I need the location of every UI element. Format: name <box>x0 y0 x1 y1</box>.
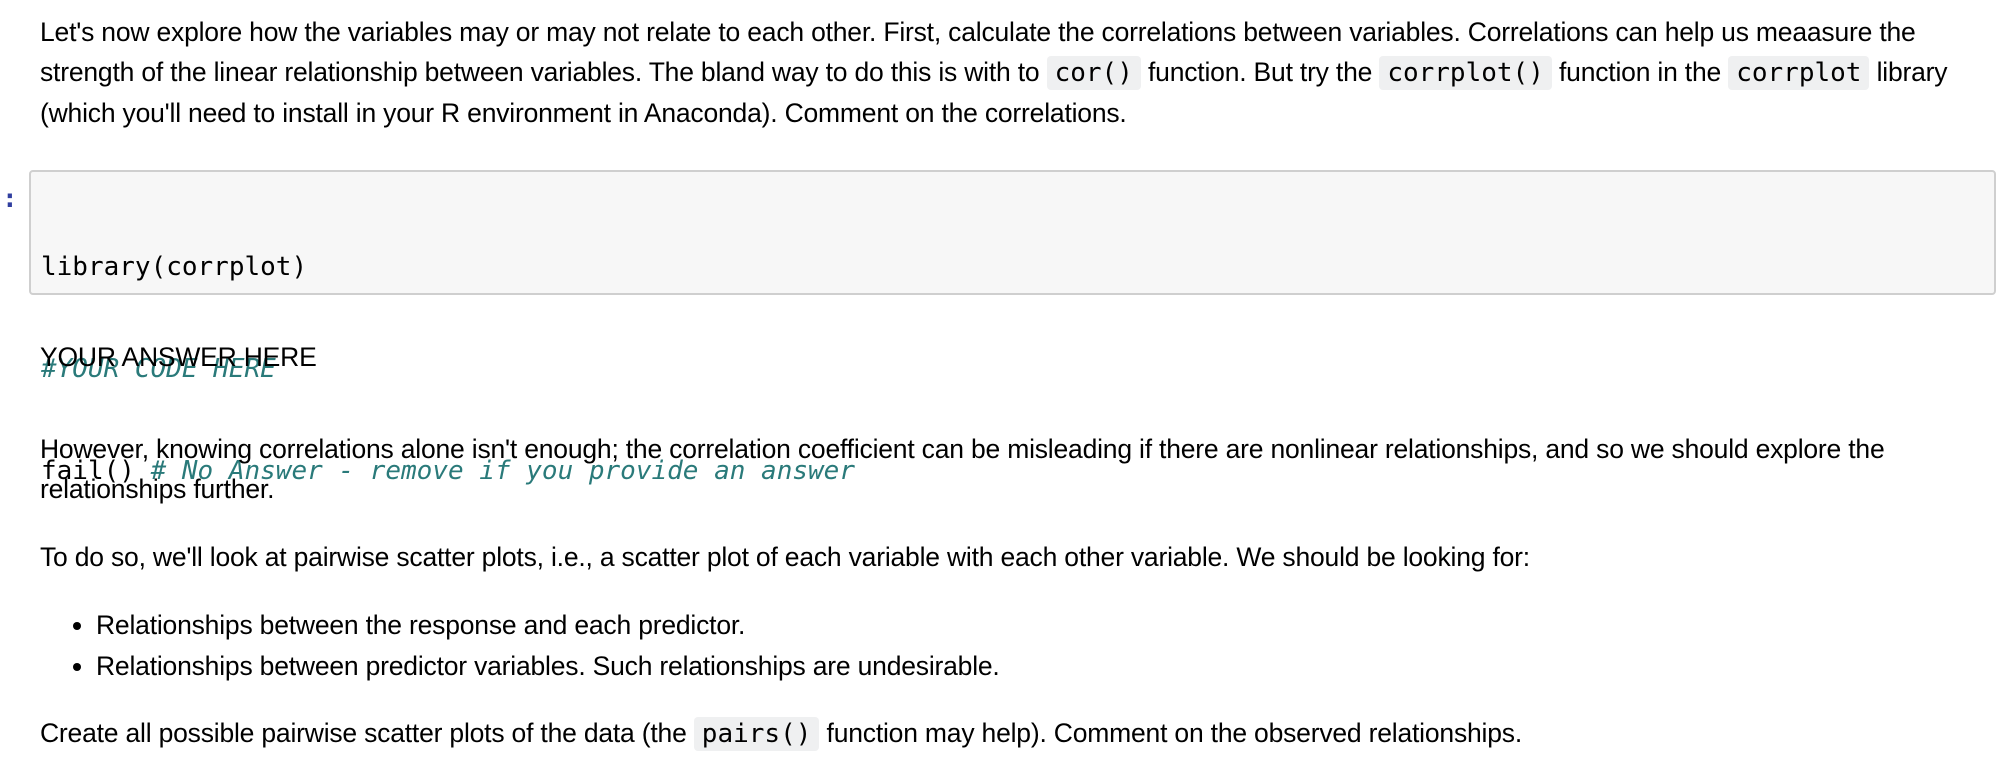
however-paragraph: However, knowing correlations alone isn'… <box>40 434 1885 504</box>
list-item: Relationships between predictor variable… <box>96 646 1996 687</box>
todo-paragraph: To do so, we'll look at pairwise scatter… <box>40 542 1530 572</box>
code-line: library(corrplot) <box>41 250 1994 284</box>
answer-placeholder: YOUR ANSWER HERE <box>40 342 317 372</box>
list-item: Relationships between the response and e… <box>96 605 1996 646</box>
markdown-cell-bullets: Relationships between the response and e… <box>40 605 1996 687</box>
markdown-cell-create: Create all possible pairwise scatter plo… <box>40 713 1996 754</box>
code-cell-editor[interactable]: library(corrplot) #YOUR CODE HERE fail()… <box>29 170 1996 486</box>
create-paragraph: Create all possible pairwise scatter plo… <box>40 713 1996 754</box>
intro-text-2: function. But try the <box>1140 57 1380 87</box>
markdown-cell-intro: Let's now explore how the variables may … <box>40 12 1996 133</box>
markdown-cell-todo: To do so, we'll look at pairwise scatter… <box>40 537 1996 577</box>
code-text: library(corrplot) <box>41 252 308 282</box>
inline-code-corrplot-fn: corrplot() <box>1379 56 1552 90</box>
markdown-cell-however: However, knowing correlations alone isn'… <box>40 429 1996 509</box>
inline-code-corrplot-lib: corrplot <box>1728 56 1870 90</box>
intro-paragraph: Let's now explore how the variables may … <box>40 12 1996 133</box>
create-text-1: Create all possible pairwise scatter plo… <box>40 718 694 748</box>
intro-text-3: function in the <box>1551 57 1729 87</box>
markdown-cell-answer[interactable]: YOUR ANSWER HERE <box>40 337 1996 377</box>
cell-prompt: : <box>2 184 18 214</box>
create-text-2: function may help). Comment on the obser… <box>819 718 1523 748</box>
bullet-list: Relationships between the response and e… <box>40 605 1996 687</box>
inline-code-pairs: pairs() <box>693 717 820 751</box>
inline-code-cor: cor() <box>1046 56 1141 90</box>
